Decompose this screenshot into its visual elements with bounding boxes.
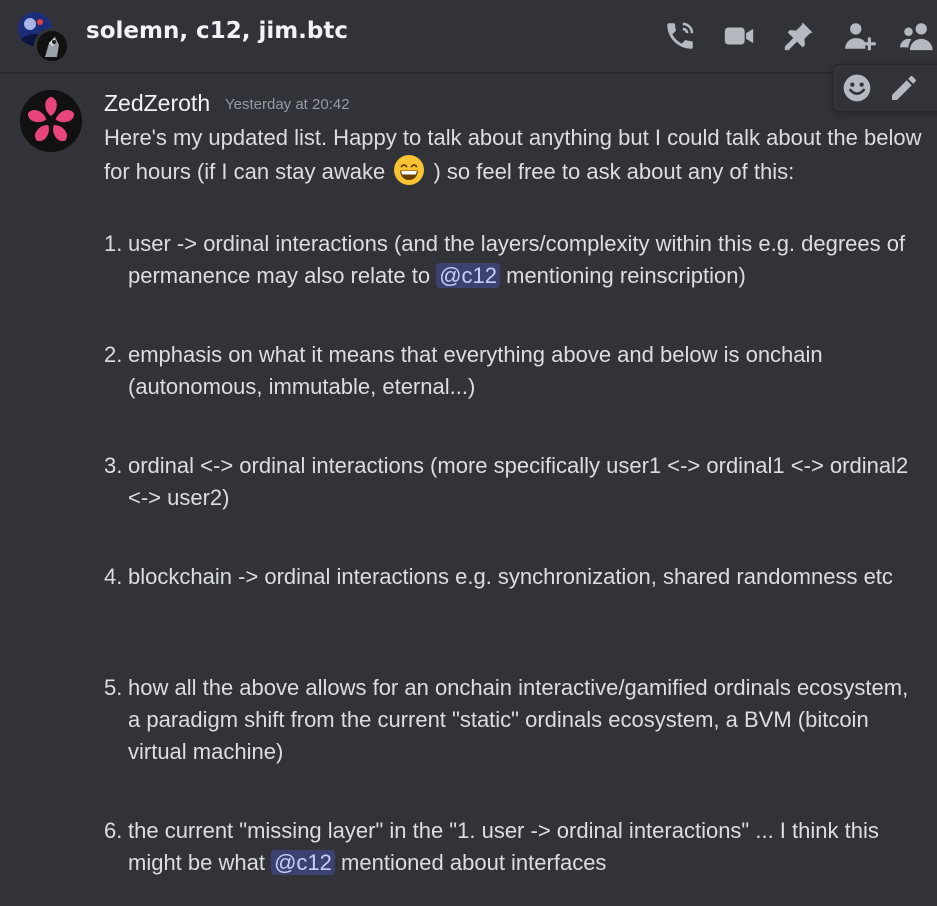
user-mention[interactable]: @c12 [436,263,500,288]
list-item-number: 4. [104,564,123,589]
list-item-text: emphasis on what it means that everythin… [128,342,823,399]
list-item-text: blockchain -> ordinal interactions e.g. … [128,564,893,589]
list-item-number: 2. [104,342,123,367]
list-item: 4. blockchain -> ordinal interactions e.… [104,561,914,593]
message-timestamp[interactable]: Yesterday at 20:42 [225,96,350,113]
list-item-number: 5. [104,675,123,700]
list-item: 5. how all the above allows for an oncha… [104,672,914,768]
add-reaction-icon[interactable] [841,72,873,104]
user-mention[interactable]: @c12 [271,850,335,875]
list-item-number: 6. [104,818,123,843]
list-item-text-after: mentioned about interfaces [341,850,607,875]
member-avatar-front [34,28,70,64]
list-item: 6. the current "missing layer" in the "1… [104,815,914,879]
list-item-number: 1. [104,231,123,256]
author-avatar[interactable] [20,90,82,152]
author-name[interactable]: ZedZeroth [104,90,210,117]
intro-text-2: ) so feel free to ask about any of this: [433,159,795,184]
list-item: 2. emphasis on what it means that everyt… [104,339,914,403]
list-item: 3. ordinal <-> ordinal interactions (mor… [104,450,914,514]
grinning-emoji-icon[interactable] [393,154,425,186]
group-dm-avatar[interactable] [18,12,70,64]
message-actions-toolbar [832,64,937,112]
message-intro: Here's my updated list. Happy to talk ab… [104,122,924,188]
members-icon[interactable] [900,19,934,53]
pin-icon[interactable] [782,19,816,53]
add-friends-icon[interactable] [843,19,877,53]
edit-pencil-icon[interactable] [888,72,920,104]
message-content: Here's my updated list. Happy to talk ab… [104,122,924,875]
list-item-number: 3. [104,453,123,478]
channel-title: solemn, c12, jim.btc [86,18,349,44]
channel-header: solemn, c12, jim.btc [0,0,937,73]
list-item-text: how all the above allows for an onchain … [128,675,909,764]
list-item: 1. user -> ordinal interactions (and the… [104,228,914,292]
list-item-text: ordinal <-> ordinal interactions (more s… [128,453,909,510]
phone-call-icon[interactable] [663,19,697,53]
video-camera-icon[interactable] [722,19,756,53]
list-item-text-after: mentioning reinscription) [506,263,746,288]
